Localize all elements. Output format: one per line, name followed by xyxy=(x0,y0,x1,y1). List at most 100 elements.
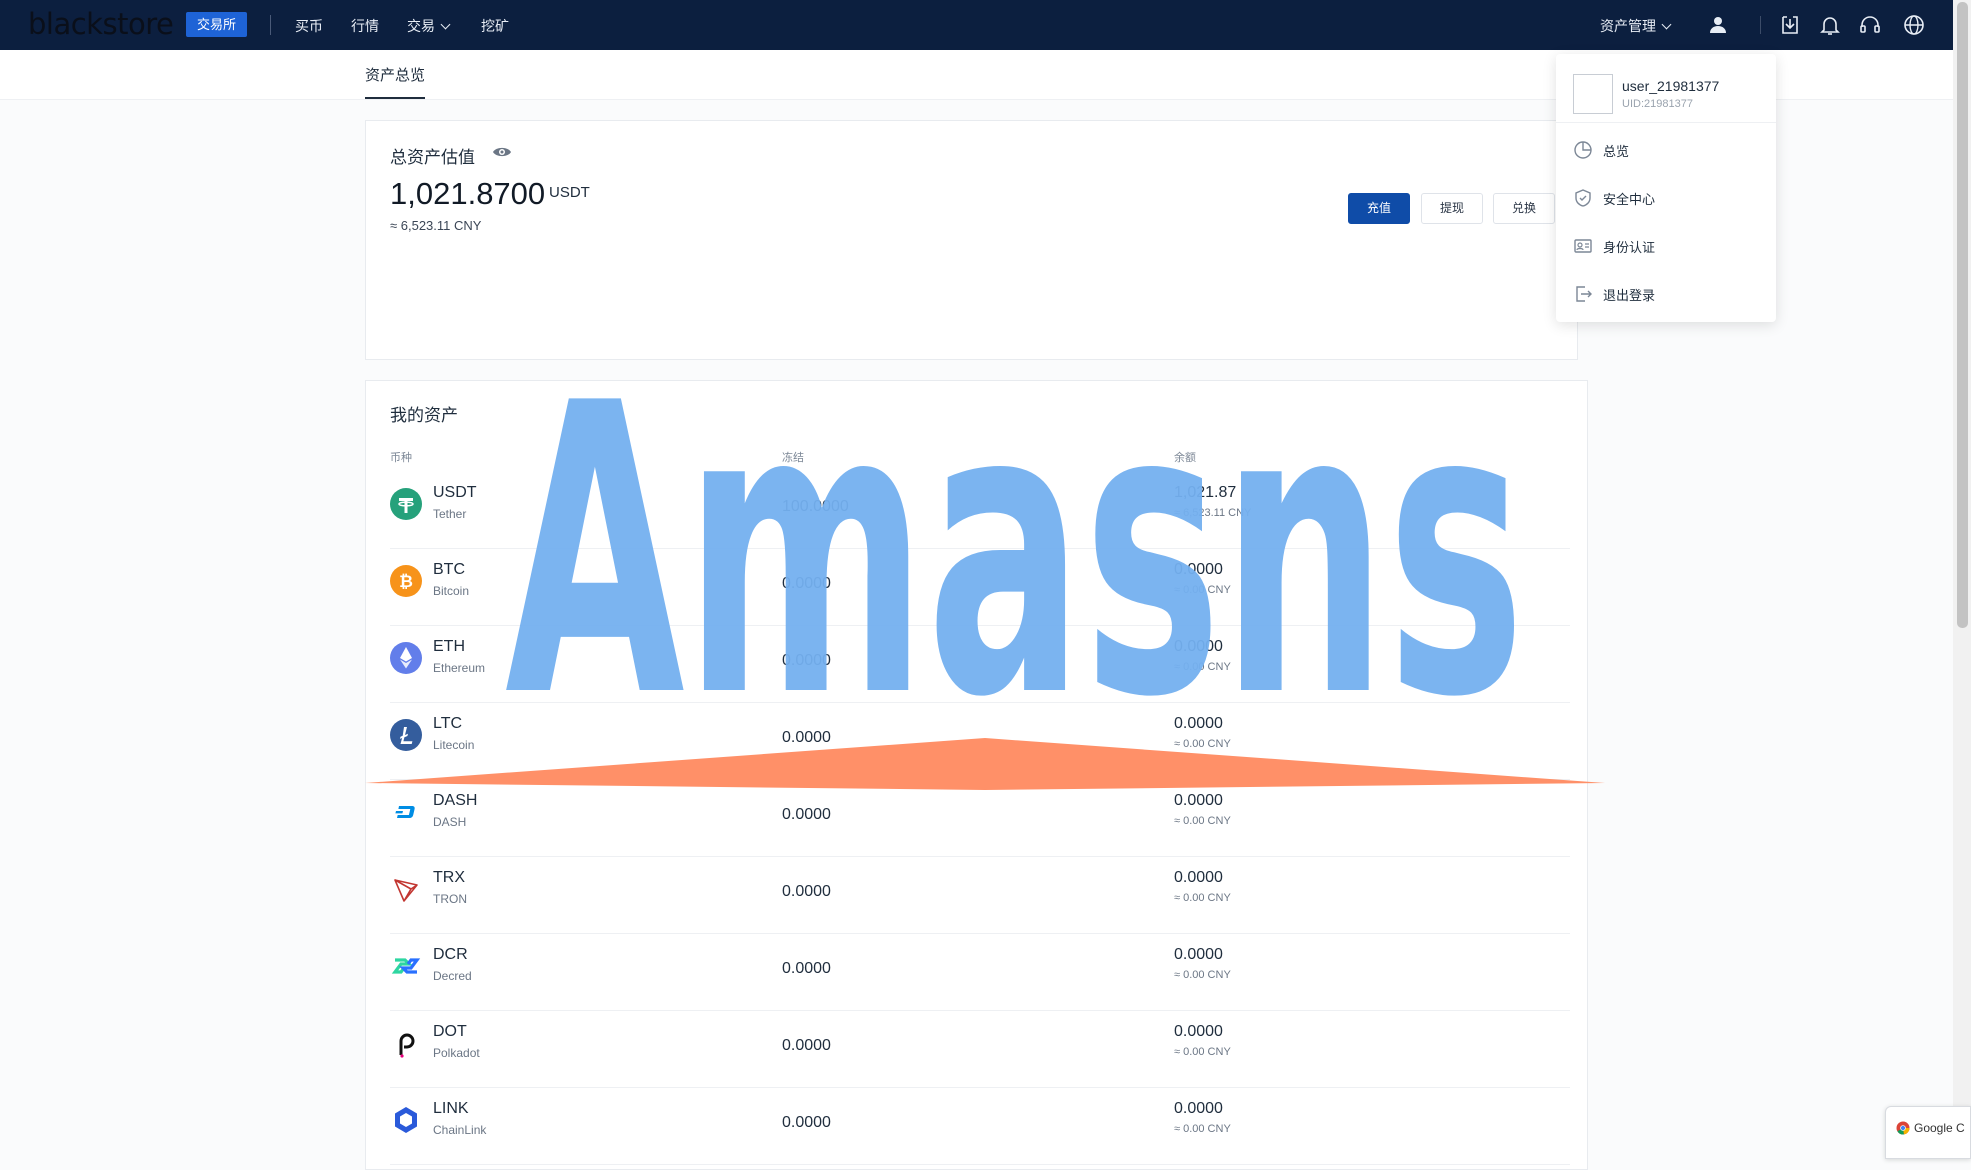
asset-symbol: TRX xyxy=(433,869,465,886)
user-dropdown-menu: user_21981377 UID:21981377 总览 安全中心 身份认证 … xyxy=(1556,54,1776,322)
column-header-currency: 币种 xyxy=(390,452,412,464)
menu-item-label: 退出登录 xyxy=(1603,287,1656,303)
menu-item-label: 身份认证 xyxy=(1603,239,1656,255)
my-assets-title: 我的资产 xyxy=(390,406,458,425)
asset-balance: 1,021.87 xyxy=(1174,484,1237,501)
asset-fullname: Tether xyxy=(433,507,467,521)
menu-item-label: 总览 xyxy=(1603,143,1630,159)
browser-toast[interactable]: Google C xyxy=(1885,1106,1971,1159)
menu-item-security-center[interactable]: 安全中心 xyxy=(1573,186,1655,210)
asset-fullname: Ethereum xyxy=(433,661,486,675)
asset-fullname: TRON xyxy=(433,892,467,906)
nav-link-mining[interactable]: 挖矿 xyxy=(481,16,509,36)
bitcoin-icon: ₿ xyxy=(390,565,422,597)
exchange-button[interactable]: 兑换 xyxy=(1493,193,1555,224)
scrollbar-thumb[interactable] xyxy=(1957,2,1968,628)
asset-fullname: Decred xyxy=(433,969,472,983)
asset-management-label: 资产管理 xyxy=(1600,18,1656,34)
asset-row[interactable]: ETH Ethereum 0.0000 0.0000 ≈ 0.00 CNY xyxy=(390,626,1570,703)
asset-row[interactable]: ₿ BTC Bitcoin 0.0000 0.0000 ≈ 0.00 CNY xyxy=(390,549,1570,626)
globe-icon[interactable] xyxy=(1902,13,1926,37)
menu-item-identity-verification[interactable]: 身份认证 xyxy=(1573,234,1655,258)
nav-divider xyxy=(270,15,271,35)
asset-balance-cny: ≈ 0.00 CNY xyxy=(1174,1046,1231,1058)
vertical-scrollbar[interactable] xyxy=(1953,0,1971,1159)
asset-row[interactable]: LINK ChainLink 0.0000 0.0000 ≈ 0.00 CNY xyxy=(390,1088,1570,1165)
tab-asset-overview[interactable]: 资产总览 xyxy=(365,64,426,99)
asset-balance: 0.0000 xyxy=(1174,715,1223,732)
asset-balance-cny: ≈ 0.00 CNY xyxy=(1174,969,1231,981)
tron-icon xyxy=(394,879,418,902)
asset-balance-cny: ≈ 0.00 CNY xyxy=(1174,815,1231,827)
exchange-badge[interactable]: 交易所 xyxy=(186,12,248,37)
asset-row[interactable]: DOT Polkadot 0.0000 0.0000 ≈ 0.00 CNY xyxy=(390,1011,1570,1088)
headset-icon[interactable] xyxy=(1858,13,1882,37)
chevron-down-icon xyxy=(1661,19,1672,30)
total-asset-amount: 1,021.8700 xyxy=(390,176,546,211)
asset-balance: 0.0000 xyxy=(1174,1100,1223,1117)
asset-row[interactable]: DASH DASH 0.0000 0.0000 ≈ 0.00 CNY xyxy=(390,780,1570,857)
logout-icon xyxy=(1576,286,1592,302)
user-icon[interactable] xyxy=(1706,13,1730,37)
asset-symbol: DCR xyxy=(433,946,468,963)
asset-frozen: 0.0000 xyxy=(782,652,831,669)
asset-balance-cny: ≈ 0.00 CNY xyxy=(1174,584,1231,596)
asset-balance-cny: ≈ 0.00 CNY xyxy=(1174,661,1231,673)
asset-row[interactable]: DCR Decred 0.0000 0.0000 ≈ 0.00 CNY xyxy=(390,934,1570,1011)
svg-text:₿: ₿ xyxy=(399,572,413,592)
asset-row[interactable]: LTC Litecoin 0.0000 0.0000 ≈ 0.00 CNY xyxy=(390,703,1570,780)
asset-management-menu[interactable]: 资产管理 xyxy=(1600,16,1672,36)
total-asset-cny: ≈ 6,523.11 CNY xyxy=(390,218,482,233)
withdraw-button[interactable]: 提现 xyxy=(1421,193,1483,224)
asset-row[interactable]: TRX TRON 0.0000 0.0000 ≈ 0.00 CNY xyxy=(390,857,1570,934)
asset-symbol: LTC xyxy=(433,715,463,732)
menu-item-overview[interactable]: 总览 xyxy=(1573,138,1629,162)
eye-icon[interactable] xyxy=(492,145,512,159)
asset-frozen: 100.0000 xyxy=(782,498,849,515)
avatar xyxy=(1573,74,1613,114)
decred-icon xyxy=(391,958,421,974)
download-icon[interactable] xyxy=(1778,13,1802,37)
menu-item-label: 安全中心 xyxy=(1603,191,1656,207)
asset-balance: 0.0000 xyxy=(1174,946,1223,963)
menu-divider xyxy=(1556,122,1776,123)
asset-fullname: Polkadot xyxy=(433,1046,480,1060)
asset-fullname: Litecoin xyxy=(433,738,475,752)
asset-balance-cny: ≈ 0.00 CNY xyxy=(1174,892,1231,904)
asset-frozen: 0.0000 xyxy=(782,575,831,592)
asset-balance: 0.0000 xyxy=(1174,638,1223,655)
litecoin-icon xyxy=(390,719,422,751)
asset-frozen: 0.0000 xyxy=(782,1114,831,1131)
asset-overview-card: 总资产估值 1,021.8700 USDT ≈ 6,523.11 CNY 充值 … xyxy=(365,120,1578,360)
asset-fullname: DASH xyxy=(433,815,467,829)
nav-link-trade-label: 交易 xyxy=(407,18,435,34)
asset-symbol: BTC xyxy=(433,561,465,578)
user-uid: UID:21981377 xyxy=(1622,98,1693,110)
polkadot-icon xyxy=(399,1033,415,1058)
asset-row[interactable]: USDT Tether 100.0000 1,021.87 ≈ 6,523.11 CNY xyxy=(390,472,1570,549)
asset-balance: 0.0000 xyxy=(1174,561,1223,578)
asset-frozen: 0.0000 xyxy=(782,1037,831,1054)
nav-link-trade[interactable]: 交易 xyxy=(407,16,451,36)
nav-link-buy[interactable]: 买币 xyxy=(295,16,323,36)
overview-title: 总资产估值 xyxy=(390,148,475,167)
asset-frozen: 0.0000 xyxy=(782,960,831,977)
bell-icon[interactable] xyxy=(1818,13,1842,37)
asset-frozen: 0.0000 xyxy=(782,806,831,823)
deposit-button[interactable]: 充值 xyxy=(1348,193,1410,224)
chainlink-icon xyxy=(395,1107,417,1133)
toast-text: Google C xyxy=(1914,1121,1965,1135)
asset-balance: 0.0000 xyxy=(1174,1023,1223,1040)
my-assets-card: 我的资产 币种 冻结 余额 USDT Tether 100.0000 1,021.87… xyxy=(365,380,1588,1170)
asset-balance: 0.0000 xyxy=(1174,869,1223,886)
asset-fullname: ChainLink xyxy=(433,1123,487,1137)
ethereum-icon xyxy=(390,642,422,674)
dash-icon xyxy=(395,806,415,818)
asset-balance: 0.0000 xyxy=(1174,792,1223,809)
top-navbar: blackstore 交易所 买币 行情 交易 挖矿 资产管理 xyxy=(0,0,1953,50)
logo[interactable]: blackstore xyxy=(28,7,174,41)
menu-item-logout[interactable]: 退出登录 xyxy=(1573,282,1655,306)
chrome-icon xyxy=(1896,1121,1910,1135)
username: user_21981377 xyxy=(1622,78,1720,94)
nav-link-market[interactable]: 行情 xyxy=(351,16,379,36)
